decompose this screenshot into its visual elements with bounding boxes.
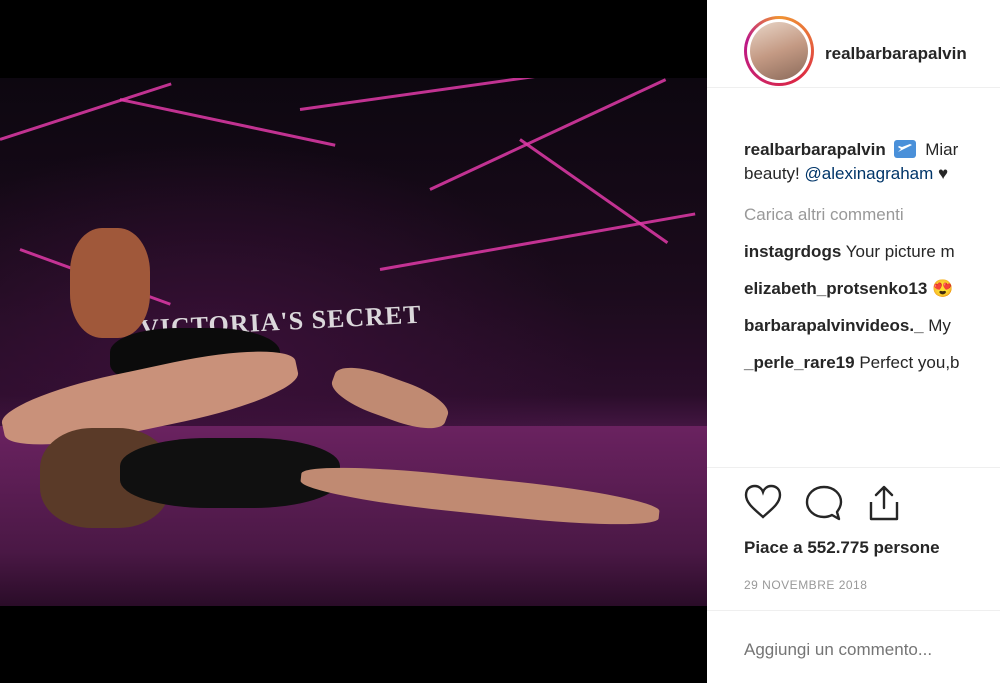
- comment-text: Your picture m: [845, 242, 955, 261]
- comment-row: instagrdogs Your picture m: [744, 240, 1000, 277]
- comment-row: barbarapalvinvideos._ My: [744, 314, 1000, 351]
- post-photo[interactable]: VICTORIA'S SECRET: [0, 78, 707, 606]
- comments-section: realbarbarapalvin Miar beauty! @alexinag…: [744, 138, 1000, 388]
- comment-row: _perle_rare19 Perfect you,b: [744, 351, 1000, 388]
- post-header: realbarbarapalvin: [707, 0, 1000, 88]
- add-comment-input[interactable]: [744, 640, 1000, 660]
- caption-mention[interactable]: @alexinagraham: [805, 164, 934, 183]
- caption-text: Miar: [925, 140, 959, 159]
- comment-text: My: [928, 316, 951, 335]
- caption-line-2: beauty! @alexinagraham ♥: [744, 164, 949, 183]
- post-media: VICTORIA'S SECRET: [0, 0, 707, 683]
- comment-row: elizabeth_protsenko13 😍: [744, 277, 1000, 314]
- post-panel: realbarbarapalvin realbarbarapalvin Miar…: [707, 0, 1000, 683]
- load-more-comments[interactable]: Carica altri commenti: [744, 203, 1000, 240]
- comment-username[interactable]: elizabeth_protsenko13: [744, 279, 927, 298]
- heart-icon[interactable]: [744, 484, 782, 520]
- comment-text: Perfect you,b: [859, 353, 960, 372]
- comment-username[interactable]: barbarapalvinvideos._: [744, 316, 924, 335]
- comment-icon[interactable]: [804, 484, 844, 522]
- post-date: 29 NOVEMBRE 2018: [744, 578, 868, 592]
- comment-text: 😍: [932, 279, 954, 298]
- comment-username[interactable]: instagrdogs: [744, 242, 841, 261]
- caption-username[interactable]: realbarbarapalvin: [744, 140, 886, 159]
- heart-emoji: ♥: [938, 164, 949, 183]
- header-username[interactable]: realbarbarapalvin: [825, 44, 967, 64]
- avatar[interactable]: [744, 16, 814, 86]
- share-icon[interactable]: [866, 484, 902, 522]
- comment-username[interactable]: _perle_rare19: [744, 353, 855, 372]
- likes-count[interactable]: Piace a 552.775 persone: [744, 538, 940, 558]
- airplane-icon: [894, 140, 917, 158]
